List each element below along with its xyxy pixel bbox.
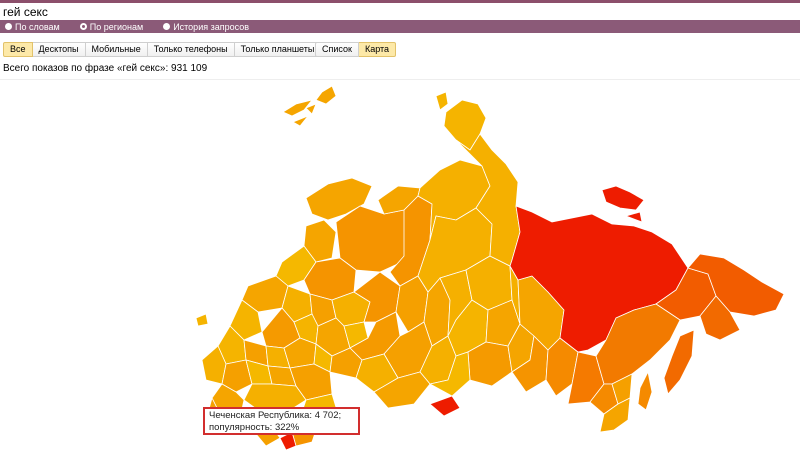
- mode-by-words[interactable]: По словам: [5, 22, 60, 32]
- tab-list[interactable]: Список: [315, 42, 359, 57]
- mode-switcher: По словам По регионам История запросов: [0, 20, 800, 33]
- tooltip-region-count: Чеченская Республика: 4 702;: [209, 410, 342, 421]
- map-region-orenburg-south[interactable]: [429, 395, 461, 417]
- map-region-severnaya-zemlya[interactable]: [435, 91, 449, 111]
- tab-mobile[interactable]: Мобильные: [85, 42, 148, 57]
- map-region-altai[interactable]: [467, 341, 513, 387]
- radio-icon[interactable]: [163, 23, 171, 30]
- radio-icon[interactable]: [5, 23, 12, 30]
- tab-desktops[interactable]: Десктопы: [32, 42, 86, 57]
- mode-label: По словам: [15, 21, 60, 32]
- tooltip-popularity: популярность: 322%: [209, 422, 300, 433]
- tab-map[interactable]: Карта: [358, 42, 397, 57]
- mode-label: По регионам: [89, 21, 144, 32]
- search-bar: [0, 3, 800, 21]
- view-mode-tabs: Список Карта: [315, 42, 397, 57]
- tab-all[interactable]: Все: [3, 42, 33, 57]
- search-input[interactable]: [3, 4, 783, 19]
- map-region-novaya-zemlya[interactable]: [282, 99, 313, 127]
- russia-regions-map: [195, 85, 785, 451]
- map-region-kaliningrad[interactable]: [195, 313, 209, 327]
- tab-tablets-only[interactable]: Только планшеты: [234, 42, 322, 57]
- tab-phones-only[interactable]: Только телефоны: [147, 42, 235, 57]
- region-tooltip: Чеченская Республика: 4 702; популярност…: [203, 407, 360, 435]
- map-region-new-siberian-islands[interactable]: [601, 185, 645, 223]
- total-impressions: Всего показов по фразе «гей секс»: 931 1…: [3, 63, 208, 74]
- mode-label: История запросов: [173, 21, 249, 32]
- mode-by-regions[interactable]: По регионам: [79, 21, 144, 32]
- radio-selected-icon[interactable]: [79, 23, 87, 30]
- mode-history[interactable]: История запросов: [163, 22, 249, 32]
- device-filter-tabs: Все Десктопы Мобильные Только телефоны Т…: [3, 42, 322, 57]
- map-region-sakhalin[interactable]: [637, 371, 653, 411]
